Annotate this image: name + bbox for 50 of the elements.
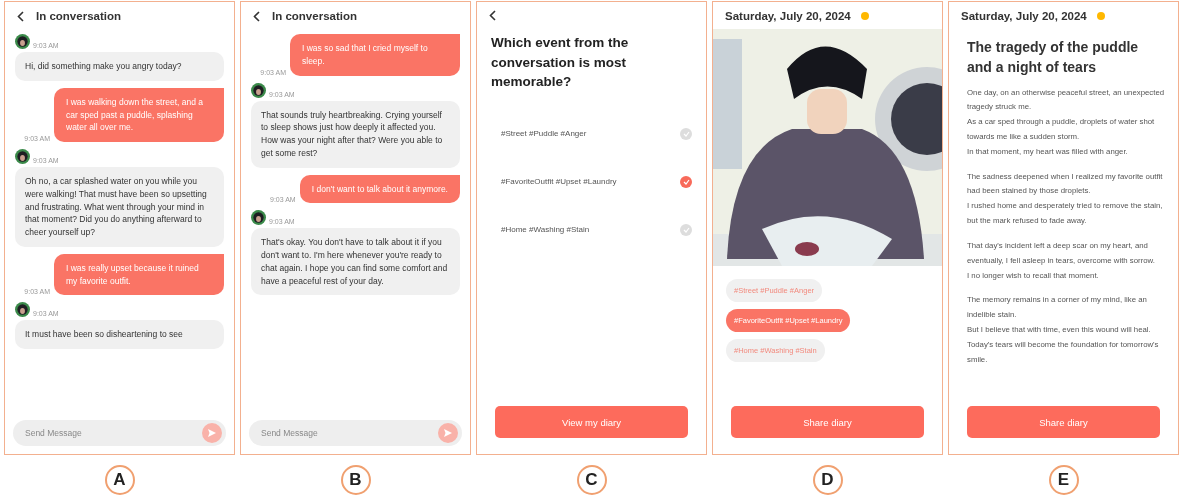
message-bar[interactable]: Send Message <box>13 420 226 446</box>
view-diary-button[interactable]: View my diary <box>495 406 688 438</box>
send-icon <box>443 428 453 438</box>
user-message: I was really upset because it ruined my favorite outfit. <box>54 253 224 296</box>
bot-message: That's okay. You don't have to talk about it if you don't want to. I'm here whenever you're ready to chat again. I hope you can find some comfort and have a peaceful rest of your day. <box>251 228 460 296</box>
bot-message: Oh no, a car splashed water on you while you were walking! That must have been so upsetting and frustrating. What went through your mind in that moment? Did you do anything afterward to cheer yourself up? <box>15 167 224 247</box>
panel-label: D <box>812 465 843 495</box>
panel-label: E <box>1048 465 1079 495</box>
diary-date: Saturday, July 20, 2024 <box>725 10 851 22</box>
back-icon[interactable] <box>489 10 496 21</box>
panel-label: A <box>104 465 135 495</box>
check-icon <box>682 226 690 233</box>
check-icon <box>682 130 690 137</box>
back-icon[interactable] <box>17 10 24 22</box>
message-field[interactable]: Send Message <box>259 427 438 439</box>
bot-message: It must have been so disheartening to see <box>15 320 224 349</box>
mood-dot <box>1096 12 1105 20</box>
mood-dot <box>860 12 869 20</box>
check-icon <box>682 178 690 185</box>
avatar <box>251 82 266 98</box>
avatar <box>15 302 30 318</box>
send-button[interactable] <box>438 423 458 443</box>
bot-message: Hi, did something make you angry today? <box>15 52 224 81</box>
screen-title: In conversation <box>272 10 357 22</box>
user-message: I was walking down the street, and a car sped past a puddle, splashing water all over me. <box>54 87 224 142</box>
check-circle[interactable] <box>680 127 692 140</box>
screen-title: In conversation <box>36 10 121 22</box>
check-circle[interactable] <box>680 175 692 188</box>
share-diary-button[interactable]: Share diary <box>731 406 924 438</box>
avatar <box>251 210 266 226</box>
panel-label: B <box>340 465 371 495</box>
avatar <box>15 34 30 49</box>
avatar <box>15 149 30 164</box>
send-button[interactable] <box>202 423 222 443</box>
check-circle[interactable] <box>680 223 692 236</box>
option-text[interactable]: #Home #Washing #Stain <box>501 225 590 235</box>
message-field[interactable]: Send Message <box>23 427 202 439</box>
user-message: I don't want to talk about it anymore. <box>299 174 460 204</box>
user-message: I was so sad that I cried myself to sleep. <box>290 34 460 76</box>
send-icon <box>207 428 217 438</box>
option-text[interactable]: #FavoriteOutfit #Upset #Laundry <box>501 177 617 187</box>
diary-title: The tragedy of the puddle and a night of tears <box>966 38 1140 78</box>
question: Which event from the conversation is most memorable? <box>490 34 630 92</box>
message-bar[interactable]: Send Message <box>249 420 462 446</box>
diary-date: Saturday, July 20, 2024 <box>961 10 1087 22</box>
panel-label: C <box>576 465 607 495</box>
bot-message: That sounds truly heartbreaking. Crying yourself to sleep shows just how deeply it affected you. How was your night after that? Were you able to get some rest? <box>251 100 460 168</box>
share-diary-button[interactable]: Share diary <box>967 406 1160 438</box>
back-icon[interactable] <box>253 10 260 22</box>
option-text[interactable]: #Street #Puddle #Anger <box>501 129 587 139</box>
